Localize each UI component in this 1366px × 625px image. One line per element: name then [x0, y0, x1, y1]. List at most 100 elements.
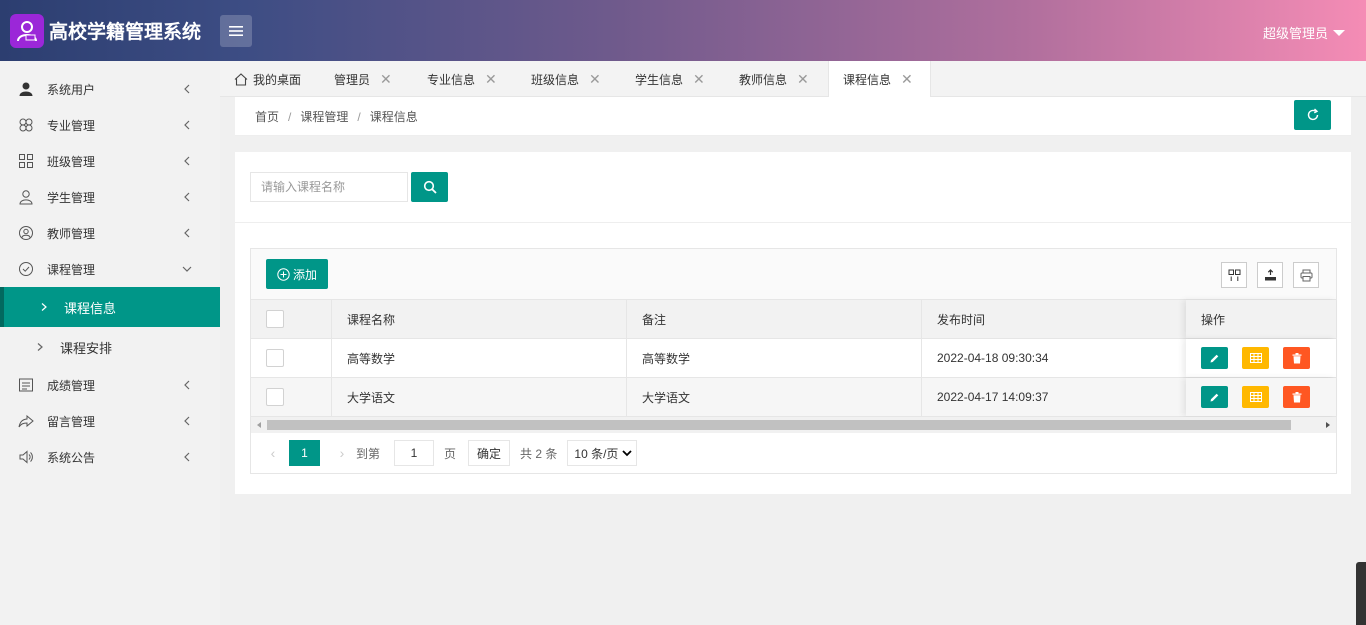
- sidebar-item-students[interactable]: 学生管理: [0, 179, 220, 215]
- teacher-icon: [19, 226, 33, 240]
- chevron-down-icon: [182, 266, 192, 272]
- breadcrumb-home[interactable]: 首页: [255, 110, 279, 124]
- breadcrumb-current: 课程信息: [369, 110, 418, 124]
- tab-teachers[interactable]: 教师信息 ✕: [739, 61, 809, 97]
- user-name: 超级管理员: [1262, 26, 1328, 41]
- search-button[interactable]: [411, 172, 448, 202]
- ops-header: 操作: [1186, 300, 1336, 338]
- sidebar-subitem-course-info[interactable]: 课程信息: [0, 287, 220, 327]
- scroll-left-icon[interactable]: [254, 417, 264, 433]
- scroll-right-icon[interactable]: [1323, 417, 1333, 433]
- add-button[interactable]: 添加: [266, 259, 328, 289]
- sidebar-item-label: 系统用户: [47, 82, 96, 97]
- delete-button[interactable]: [1283, 386, 1310, 408]
- scrollbar-thumb[interactable]: [267, 420, 1291, 430]
- sidebar-item-messages[interactable]: 留言管理: [0, 403, 220, 439]
- tab-majors[interactable]: 专业信息 ✕: [427, 61, 497, 97]
- sidebar-item-label: 教师管理: [47, 226, 96, 241]
- breadcrumb-bar: 首页 / 课程管理 / 课程信息: [235, 97, 1351, 136]
- export-icon: [1264, 268, 1276, 280]
- columns-filter-button[interactable]: [1221, 262, 1247, 288]
- page-widget[interactable]: [1356, 562, 1366, 625]
- goto-confirm-button[interactable]: 确定: [468, 440, 511, 466]
- row-actions: [1186, 339, 1336, 377]
- tab-label: 教师信息: [739, 72, 788, 87]
- tab-desktop[interactable]: 我的桌面: [234, 61, 301, 97]
- chevron-left-icon: [184, 452, 190, 462]
- tab-course-info[interactable]: 课程信息 ✕: [828, 61, 931, 97]
- table-icon: [1249, 392, 1262, 402]
- next-page-icon[interactable]: ›: [332, 445, 352, 461]
- select-all-checkbox[interactable]: [266, 310, 284, 328]
- sidebar-item-label: 课程管理: [47, 262, 96, 277]
- tab-label: 管理员: [334, 72, 371, 87]
- chevron-right-icon: [41, 303, 47, 311]
- tab-label: 课程信息: [843, 72, 892, 87]
- menu-toggle-button[interactable]: [220, 15, 252, 47]
- sidebar: 系统用户 专业管理 班级管理 学生管理 教师管理 课程管理 课程信息 课程安排 …: [0, 61, 220, 625]
- select-all-cell: [251, 300, 332, 338]
- edit-button[interactable]: [1201, 347, 1228, 369]
- row-checkbox[interactable]: [266, 388, 284, 406]
- logo-icon: [10, 14, 44, 48]
- detail-button[interactable]: [1242, 386, 1269, 408]
- page-size-value: 10 条/页: [574, 446, 619, 461]
- current-page[interactable]: 1: [289, 440, 320, 466]
- sidebar-subitem-course-schedule[interactable]: 课程安排: [0, 327, 220, 367]
- sidebar-item-system-users[interactable]: 系统用户: [0, 71, 220, 107]
- trash-icon: [1292, 352, 1301, 363]
- refresh-icon: [1307, 108, 1318, 121]
- tab-label: 专业信息: [427, 72, 476, 87]
- grid-icon: [19, 154, 33, 168]
- page-unit-label: 页: [444, 446, 457, 461]
- breadcrumb: 首页 / 课程管理 / 课程信息: [255, 108, 418, 125]
- clover-icon: [19, 118, 33, 132]
- sidebar-item-teachers[interactable]: 教师管理: [0, 215, 220, 251]
- chevron-down-icon: [622, 450, 633, 457]
- search-input[interactable]: [250, 172, 408, 202]
- divider: [235, 222, 1351, 223]
- tab-bar: 我的桌面 管理员 ✕ 专业信息 ✕ 班级信息 ✕ 学生信息 ✕ 教师信息 ✕ 课…: [220, 61, 1366, 97]
- user-menu[interactable]: 超级管理员: [1263, 23, 1345, 42]
- sidebar-item-courses[interactable]: 课程管理: [0, 251, 220, 287]
- speaker-icon: [19, 450, 33, 464]
- tab-students[interactable]: 学生信息 ✕: [635, 61, 705, 97]
- note-cell: 高等数学: [627, 339, 922, 377]
- tab-admins[interactable]: 管理员 ✕: [334, 61, 392, 97]
- delete-button[interactable]: [1283, 347, 1310, 369]
- edit-button[interactable]: [1201, 386, 1228, 408]
- print-button[interactable]: [1293, 262, 1319, 288]
- breadcrumb-separator: /: [357, 110, 361, 124]
- close-icon[interactable]: ✕: [797, 71, 809, 88]
- sidebar-item-grades[interactable]: 成绩管理: [0, 367, 220, 403]
- column-header: 备注: [627, 300, 922, 338]
- sidebar-item-announcements[interactable]: 系统公告: [0, 439, 220, 475]
- refresh-button[interactable]: [1294, 100, 1331, 130]
- sidebar-item-majors[interactable]: 专业管理: [0, 107, 220, 143]
- page-size-select[interactable]: 10 条/页: [567, 440, 638, 466]
- student-icon: [19, 190, 33, 205]
- close-icon[interactable]: ✕: [380, 71, 392, 88]
- close-icon[interactable]: ✕: [485, 71, 497, 88]
- plus-circle-icon: [277, 267, 290, 281]
- close-icon[interactable]: ✕: [901, 71, 913, 88]
- close-icon[interactable]: ✕: [693, 71, 705, 88]
- sidebar-item-label: 班级管理: [47, 154, 96, 169]
- chevron-left-icon: [184, 84, 190, 94]
- goto-label: 到第: [356, 446, 381, 461]
- search-icon: [423, 180, 437, 194]
- tab-classes[interactable]: 班级信息 ✕: [531, 61, 601, 97]
- row-checkbox[interactable]: [266, 349, 284, 367]
- select-cell: [251, 378, 332, 416]
- export-button[interactable]: [1257, 262, 1283, 288]
- sidebar-item-classes[interactable]: 班级管理: [0, 143, 220, 179]
- goto-page-input[interactable]: [394, 440, 435, 466]
- chevron-left-icon: [184, 380, 190, 390]
- data-table: 添加 课程名称 备注 发布时间 操作 高等数学 高等数学 2022-04-18 …: [250, 248, 1337, 474]
- horizontal-scrollbar[interactable]: [251, 417, 1336, 433]
- detail-button[interactable]: [1242, 347, 1269, 369]
- sidebar-item-label: 留言管理: [47, 414, 96, 429]
- breadcrumb-course-mgmt[interactable]: 课程管理: [300, 110, 348, 124]
- close-icon[interactable]: ✕: [589, 71, 601, 88]
- prev-page-icon[interactable]: ‹: [263, 445, 283, 461]
